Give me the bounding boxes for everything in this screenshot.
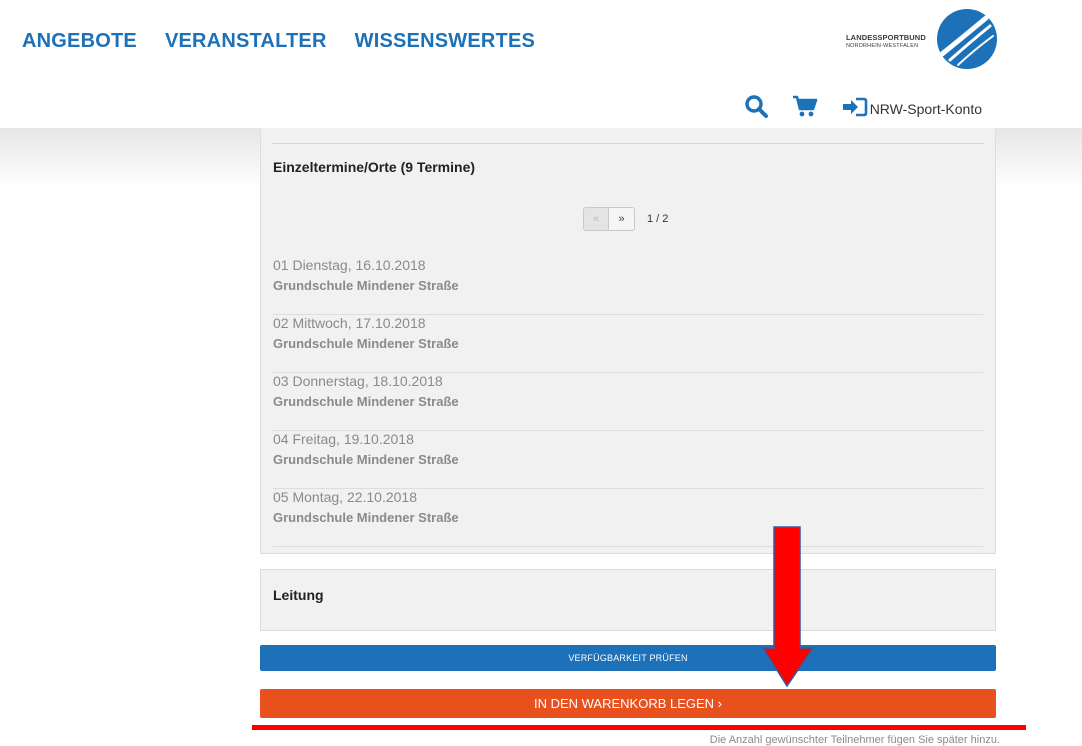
termin-date: 04 Freitag, 19.10.2018 <box>273 431 414 447</box>
logo-line-1: LANDESSPORTBUND <box>846 33 926 42</box>
annotation-arrow-icon <box>762 526 814 688</box>
leitung-panel: Leitung <box>260 569 996 631</box>
termin-date: 05 Montag, 22.10.2018 <box>273 489 418 505</box>
logo-text: LANDESSPORTBUND NORDRHEIN-WESTFALEN <box>846 33 926 49</box>
utility-bar: NRW-Sport-Konto <box>744 94 982 123</box>
pager-next-button[interactable]: » <box>609 207 635 231</box>
nav-item-angebote[interactable]: ANGEBOTE <box>22 30 137 53</box>
account-link[interactable]: NRW-Sport-Konto <box>842 97 982 120</box>
check-availability-button[interactable]: Verfügbarkeit prüfen <box>260 645 996 671</box>
account-label: NRW-Sport-Konto <box>869 100 982 117</box>
cart-icon[interactable] <box>792 94 818 123</box>
termin-place: Grundschule Mindener Straße <box>273 278 459 293</box>
annotation-underline <box>252 725 1026 730</box>
termine-heading: Einzeltermine/Orte (9 Termine) <box>273 159 476 175</box>
termin-date: 03 Donnerstag, 18.10.2018 <box>273 373 443 389</box>
list-item: 03 Donnerstag, 18.10.2018 Grundschule Mi… <box>273 373 983 431</box>
pager-page-info: 1 / 2 <box>647 213 669 225</box>
main-nav: ANGEBOTE VERANSTALTER WISSENSWERTES <box>22 30 535 53</box>
termin-date: 01 Dienstag, 16.10.2018 <box>273 257 426 273</box>
leitung-heading: Leitung <box>273 587 324 603</box>
termin-place: Grundschule Mindener Straße <box>273 510 459 525</box>
participants-hint: Die Anzahl gewünschter Teilnehmer fügen … <box>709 734 1000 746</box>
termine-panel: Einzeltermine/Orte (9 Termine) « » 1 / 2… <box>260 128 996 554</box>
termin-place: Grundschule Mindener Straße <box>273 394 459 409</box>
logo[interactable]: LANDESSPORTBUND NORDRHEIN-WESTFALEN <box>846 8 998 72</box>
list-item: 04 Freitag, 19.10.2018 Grundschule Minde… <box>273 431 983 489</box>
nav-item-veranstalter[interactable]: VERANSTALTER <box>165 30 327 53</box>
divider <box>272 143 984 144</box>
termin-place: Grundschule Mindener Straße <box>273 452 459 467</box>
nav-item-wissenswertes[interactable]: WISSENSWERTES <box>355 30 535 53</box>
list-item: 01 Dienstag, 16.10.2018 Grundschule Mind… <box>273 257 983 315</box>
add-to-cart-button[interactable]: IN DEN WARENKORB LEGEN › <box>260 689 996 718</box>
pagination: « » 1 / 2 <box>583 207 668 231</box>
logo-line-2: NORDRHEIN-WESTFALEN <box>846 43 919 49</box>
termin-place: Grundschule Mindener Straße <box>273 336 459 351</box>
termin-date: 02 Mittwoch, 17.10.2018 <box>273 315 426 331</box>
logo-emblem-icon <box>937 9 997 69</box>
sign-in-icon <box>842 97 868 120</box>
search-icon[interactable] <box>744 94 768 123</box>
list-item: 05 Montag, 22.10.2018 Grundschule Minden… <box>273 489 983 547</box>
pager-prev-button[interactable]: « <box>583 207 609 231</box>
list-item: 02 Mittwoch, 17.10.2018 Grundschule Mind… <box>273 315 983 373</box>
